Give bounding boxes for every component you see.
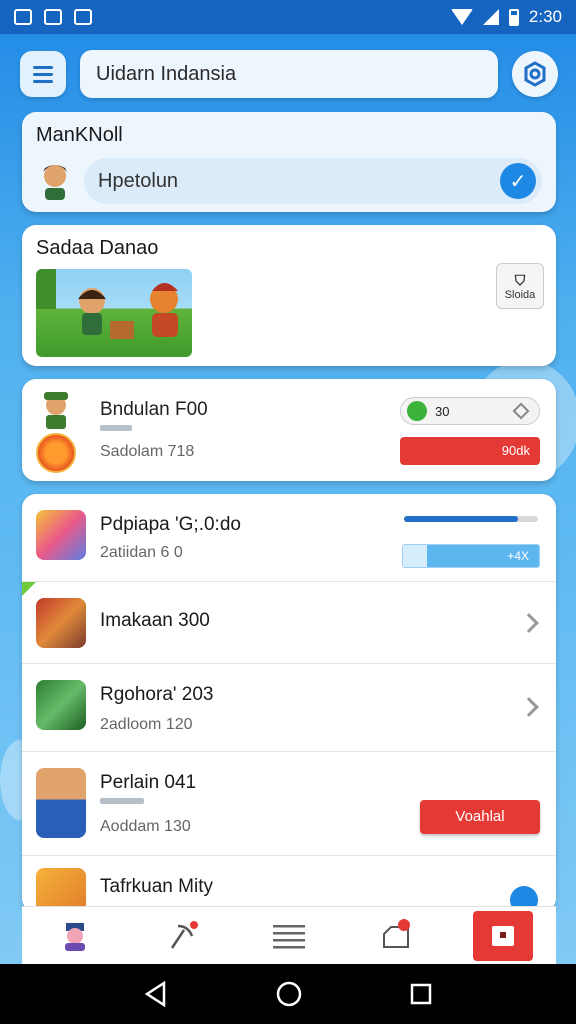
shield-icon: ⛉ [514, 271, 526, 288]
side-button-label: Sloida [504, 288, 536, 301]
battery-icon [508, 8, 519, 26]
search-field[interactable]: Uidarn Indansia [80, 50, 498, 98]
profile-card: ManKNoll Hpetolun ✓ [22, 112, 556, 212]
list-menu-icon [272, 924, 305, 948]
bottom-nav [22, 906, 556, 964]
list-item[interactable]: Pdpiapa 'G;.0:do 2atiidan 6 0 +4X [22, 494, 556, 582]
nav-tab-inbox[interactable] [366, 911, 426, 961]
multiplier-field[interactable]: +4X [402, 544, 540, 568]
profile-input[interactable]: Hpetolun ✓ [84, 158, 542, 204]
nav-tab-tools[interactable] [152, 911, 212, 961]
list-item-title: Imakaan 300 [100, 610, 210, 631]
featured-card: Sadaa Danao ⛉ Sloida [22, 225, 556, 366]
stats-card: Bndulan F00 Sadolam 718 30 90dk [22, 379, 556, 481]
list-item-subtitle: Aoddam 130 [100, 818, 191, 835]
status-bar: 2:30 [0, 0, 576, 34]
list-item[interactable]: Rgohora' 203 2adloom 120 [22, 664, 556, 752]
top-bar: Uidarn Indansia [20, 48, 558, 100]
nav-tab-profile[interactable] [45, 911, 105, 961]
diamond-icon [512, 402, 530, 420]
side-action-button[interactable]: ⛉ Sloida [496, 263, 544, 309]
list-item-subtitle: 2adloom 120 [100, 716, 193, 733]
list-item[interactable]: Tafrkuan Mity [22, 856, 556, 912]
list-item-title: Perlain 041 [100, 772, 197, 793]
recents-icon[interactable] [410, 983, 432, 1005]
stats-toggle[interactable]: 30 [400, 397, 540, 425]
stats-red-button[interactable]: 90dk [400, 437, 540, 465]
nav-tab-menu[interactable] [259, 911, 319, 961]
character-avatar-icon [65, 922, 86, 951]
game-artwork-image[interactable] [36, 269, 192, 357]
system-nav-bar [0, 964, 576, 1024]
progress-bar [404, 516, 538, 522]
stats-subtitle: Sadolam 718 [100, 443, 195, 460]
search-value: Uidarn Indansia [96, 62, 237, 85]
game-icon [74, 9, 92, 25]
list-item-title: Rgohora' 203 [100, 684, 214, 705]
toggle-value: 30 [435, 403, 450, 419]
hamburger-menu-button[interactable] [20, 51, 66, 97]
clock: 2:30 [528, 7, 562, 26]
home-icon[interactable] [276, 981, 302, 1007]
lightning-badge-icon [36, 433, 76, 473]
back-icon[interactable] [144, 981, 168, 1007]
profile-input-value: Hpetolun [98, 169, 179, 192]
play-button[interactable]: Voahlal [420, 800, 540, 834]
signal-icon [482, 9, 499, 25]
list-item-title: Pdpiapa 'G;.0:do [100, 514, 241, 535]
divider [100, 798, 144, 804]
gallery-icon [44, 9, 62, 25]
list-item-subtitle: 2atiidan 6 0 [100, 544, 183, 561]
card-icon [491, 925, 514, 946]
multiplier-label: +4X [507, 549, 529, 563]
chevron-right-icon[interactable] [519, 613, 539, 633]
wifi-icon [450, 9, 473, 25]
notification-icon [14, 9, 32, 25]
avatar [43, 165, 67, 200]
status-dot-icon [407, 401, 427, 421]
stats-title: Bndulan F00 [100, 399, 208, 420]
profile-card-title: ManKNoll [36, 124, 123, 146]
featured-card-title: Sadaa Danao [36, 237, 159, 259]
settings-button[interactable] [512, 51, 558, 97]
game-list: Pdpiapa 'G;.0:do 2atiidan 6 0 +4X Imakaa… [22, 494, 556, 912]
character-icon [44, 392, 68, 429]
notification-badge [190, 920, 199, 929]
game-thumbnail [36, 768, 86, 838]
confirm-check-button[interactable]: ✓ [500, 163, 536, 199]
game-thumbnail [36, 598, 86, 648]
check-icon: ✓ [509, 170, 527, 193]
gear-icon [524, 61, 546, 87]
chevron-right-icon[interactable] [519, 697, 539, 717]
list-item[interactable]: Perlain 041 Aoddam 130 Voahlal [22, 752, 556, 856]
list-item[interactable]: Imakaan 300 [22, 582, 556, 664]
game-thumbnail [36, 510, 86, 560]
game-thumbnail [36, 680, 86, 730]
divider [100, 425, 132, 431]
nav-tab-active[interactable] [472, 910, 533, 961]
list-item-title: Tafrkuan Mity [100, 876, 213, 897]
notification-badge [397, 918, 410, 931]
